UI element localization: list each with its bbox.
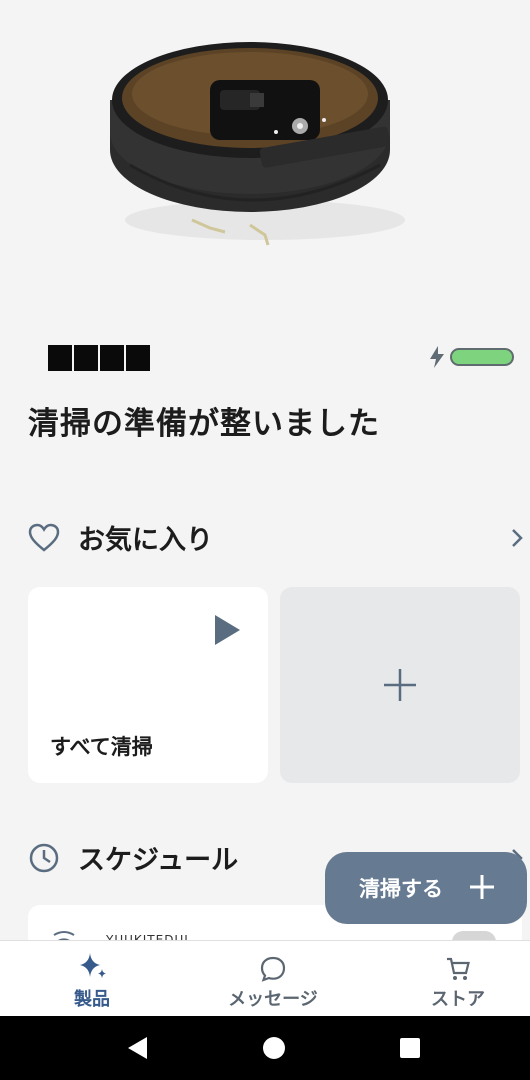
cart-icon (447, 957, 470, 980)
nav-label-products: 製品 (74, 989, 110, 1010)
nav-item-store[interactable]: ストア (406, 941, 510, 1017)
system-navigation-bar (0, 1016, 530, 1080)
schedule-title: スケジュール (78, 845, 239, 876)
start-cleaning-button[interactable]: 清掃する (325, 852, 527, 924)
add-favorite-card[interactable] (280, 587, 520, 783)
nav-label-messages: メッセージ (228, 989, 318, 1010)
robot-name-redacted: ████ (48, 345, 150, 371)
robot-vacuum-image (110, 42, 405, 246)
nav-label-store: ストア (431, 989, 485, 1010)
charging-bolt-icon (430, 346, 444, 368)
favorites-title: お気に入り (78, 525, 213, 556)
plus-icon (470, 875, 494, 899)
heart-icon (28, 523, 60, 552)
chat-bubble-icon (260, 956, 286, 982)
favorite-card-clean-all[interactable]: すべて清掃 (28, 587, 268, 783)
robot-status-text: 清掃の準備が整いました (28, 406, 380, 442)
back-icon[interactable] (128, 1037, 148, 1059)
favorite-card-label: すべて清掃 (50, 735, 153, 759)
clock-icon (29, 843, 59, 872)
play-icon[interactable] (213, 615, 241, 645)
home-icon[interactable] (262, 1036, 286, 1060)
battery-level-bar (450, 348, 514, 366)
favorites-header[interactable]: お気に入り (28, 518, 530, 557)
robot-hero-image (0, 0, 530, 330)
battery-indicator (430, 346, 514, 368)
recents-icon[interactable] (400, 1038, 420, 1058)
plus-icon (384, 669, 416, 701)
bottom-navigation: 製品 メッセージ ストア (0, 940, 530, 1016)
sparkle-icon (80, 953, 106, 978)
chevron-right-icon[interactable] (510, 527, 524, 549)
start-cleaning-label: 清掃する (359, 877, 443, 901)
nav-item-messages[interactable]: メッセージ (208, 941, 338, 1017)
nav-item-products[interactable]: 製品 (40, 941, 144, 1017)
